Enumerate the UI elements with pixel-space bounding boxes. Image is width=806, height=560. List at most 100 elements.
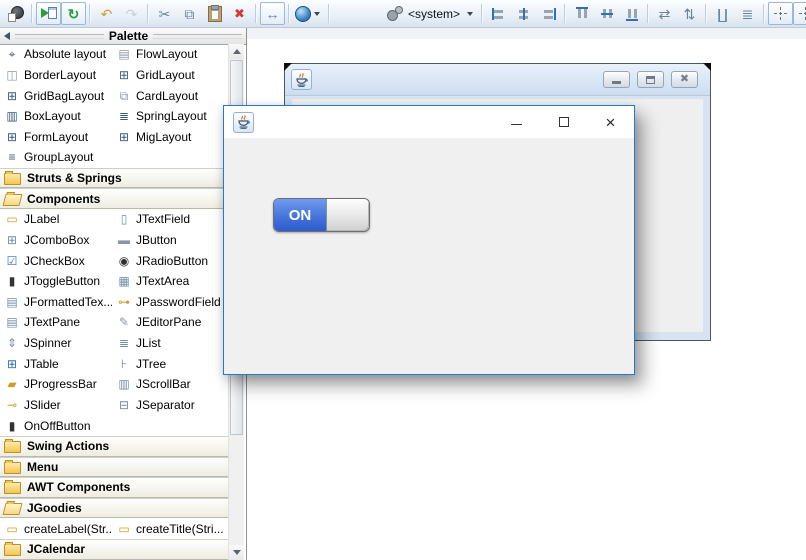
align-bottom-button[interactable] bbox=[619, 2, 644, 25]
center-v-in-window-button[interactable] bbox=[793, 2, 806, 25]
category-label: Swing Actions bbox=[27, 439, 110, 454]
palette-item-jtogglebutton[interactable]: ▮ JToggleButton bbox=[0, 274, 112, 288]
palette-row: ▮ OnOffButton bbox=[0, 415, 228, 436]
palette-category-struts-springs[interactable]: Struts & Springs bbox=[0, 167, 228, 189]
align-right-icon bbox=[541, 6, 557, 22]
palette-item-jlabel[interactable]: ▭ JLabel bbox=[0, 212, 112, 226]
palette-item-gridbaglayout[interactable]: ⊞ GridBagLayout bbox=[0, 89, 112, 103]
palette-item-createlabel-str[interactable]: ▭ createLabel(Str... bbox=[0, 522, 112, 536]
toolbar-group: ∐ ≣ bbox=[710, 2, 760, 25]
scroll-down-icon[interactable] bbox=[229, 545, 244, 560]
delete-button[interactable]: ✖ bbox=[227, 2, 252, 25]
palette-category-components[interactable]: Components bbox=[0, 188, 228, 209]
externalize-strings-button[interactable]: ↔ bbox=[260, 2, 285, 25]
form-layout-icon: ⊞ bbox=[6, 129, 18, 144]
align-left-button[interactable] bbox=[486, 2, 511, 25]
chevron-down-icon bbox=[314, 11, 320, 16]
palette-item-jspinner[interactable]: ⇕ JSpinner bbox=[0, 336, 112, 350]
toolbar-group: ↶ ↷ bbox=[94, 2, 144, 25]
palette-category-menu[interactable]: Menu bbox=[0, 456, 228, 478]
align-middle-button[interactable] bbox=[594, 2, 619, 25]
align-right-button[interactable] bbox=[536, 2, 561, 25]
palette-item-jbutton[interactable]: ▬ JButton bbox=[112, 233, 228, 247]
toolbar-separator bbox=[288, 4, 290, 23]
palette-item-jcheckbox[interactable]: ☑ JCheckBox bbox=[0, 254, 112, 268]
center-h-icon bbox=[773, 6, 788, 21]
palette-item-jformattedtex[interactable]: ▤ JFormattedTex... bbox=[0, 295, 112, 309]
close-button[interactable]: × bbox=[587, 106, 634, 138]
jtextarea-icon: ▦ bbox=[118, 274, 130, 289]
maximize-button[interactable] bbox=[540, 106, 587, 138]
palette-item-springlayout[interactable]: ≣ SpringLayout bbox=[112, 109, 228, 123]
palette-item-jpasswordfield[interactable]: ⊶ JPasswordField bbox=[112, 295, 228, 309]
match-height-button[interactable]: ≣ bbox=[735, 2, 760, 25]
palette-item-jtextpane[interactable]: ▤ JTextPane bbox=[0, 315, 112, 329]
palette-item-label: GridLayout bbox=[136, 67, 195, 82]
palette-item-boxlayout[interactable]: ▥ BoxLayout bbox=[0, 109, 112, 123]
toggle-knob[interactable] bbox=[326, 199, 369, 231]
selection-handle-icon[interactable] bbox=[284, 63, 292, 71]
palette-item-flowlayout[interactable]: ▤ FlowLayout bbox=[112, 47, 228, 61]
paste-button[interactable] bbox=[202, 2, 227, 25]
folder-closed-icon bbox=[4, 459, 21, 474]
palette-row: ⊞ JComboBox ▬ JButton bbox=[0, 230, 228, 251]
align-top-button[interactable] bbox=[569, 2, 594, 25]
card-layout-icon: ⧉ bbox=[119, 88, 129, 103]
palette-item-jtextfield[interactable]: ▯ JTextField bbox=[112, 212, 228, 226]
palette-item-jtable[interactable]: ⊞ JTable bbox=[0, 357, 112, 371]
laf-selector[interactable]: <system> bbox=[385, 2, 478, 25]
palette-item-jseparator[interactable]: ⊟ JSeparator bbox=[112, 398, 228, 412]
selection-handle-icon[interactable] bbox=[703, 63, 711, 71]
palette-category-jgoodies[interactable]: JGoodies bbox=[0, 497, 228, 519]
distribute-v-button[interactable]: ⇅ bbox=[677, 2, 702, 25]
palette-category-jcalendar[interactable]: JCalendar bbox=[0, 539, 228, 560]
palette-item-jslider[interactable]: ⊸ JSlider bbox=[0, 398, 112, 412]
center-h-in-window-button[interactable] bbox=[768, 2, 794, 25]
palette-item-cardlayout[interactable]: ⧉ CardLayout bbox=[112, 89, 228, 103]
minimize-button[interactable] bbox=[493, 106, 540, 138]
refresh-icon: ↻ bbox=[67, 5, 80, 22]
palette-row: ⊸ JSlider ⊟ JSeparator bbox=[0, 395, 228, 416]
jseparator-icon: ⊟ bbox=[118, 397, 130, 412]
palette-item-grouplayout[interactable]: ≡ GroupLayout bbox=[0, 150, 112, 164]
undo-button[interactable]: ↶ bbox=[94, 2, 119, 25]
palette-item-borderlayout[interactable]: ◫ BorderLayout bbox=[0, 68, 112, 82]
palette-item-createtitle-stri[interactable]: ▭ createTitle(Stri... bbox=[112, 522, 228, 536]
locale-selector[interactable] bbox=[293, 2, 325, 25]
palette-item-jtextarea[interactable]: ▦ JTextArea bbox=[112, 274, 228, 288]
palette-item-formlayout[interactable]: ⊞ FormLayout bbox=[0, 130, 112, 144]
palette-item-absolute-layout[interactable]: ⌖ Absolute layout bbox=[0, 47, 112, 61]
palette-item-jlist[interactable]: ≣ JList bbox=[112, 336, 228, 350]
palette-item-label: JComboBox bbox=[24, 232, 90, 247]
scroll-up-icon[interactable] bbox=[229, 44, 244, 59]
palette-item-jtree[interactable]: ⊦ JTree bbox=[112, 357, 228, 371]
match-width-button[interactable]: ∐ bbox=[710, 2, 735, 25]
palette-item-gridlayout[interactable]: ⊞ GridLayout bbox=[112, 68, 228, 82]
copy-button[interactable]: ⧉ bbox=[177, 2, 202, 25]
palette-collapse-icon[interactable] bbox=[4, 32, 10, 40]
palette-item-jscrollbar[interactable]: ▥ JScrollBar bbox=[112, 377, 228, 391]
minimize-button bbox=[603, 71, 630, 88]
palette-category-awt-components[interactable]: AWT Components bbox=[0, 477, 228, 498]
distribute-h-button[interactable]: ⇄ bbox=[652, 2, 677, 25]
palette-category-swing-actions[interactable]: Swing Actions bbox=[0, 435, 228, 457]
palette-item-jradiobutton[interactable]: ◉ JRadioButton bbox=[112, 254, 228, 268]
on-off-toggle-button[interactable]: ON bbox=[273, 198, 370, 232]
java-cup-icon[interactable] bbox=[233, 111, 254, 133]
align-center-h-button[interactable] bbox=[511, 2, 536, 25]
palette-item-jeditorpane[interactable]: ✎ JEditorPane bbox=[112, 315, 228, 329]
palette-item-miglayout[interactable]: ⊞ MigLayout bbox=[112, 130, 228, 144]
canvas-top-strip bbox=[247, 28, 806, 39]
test-window-button[interactable] bbox=[36, 2, 61, 25]
cut-button[interactable]: ✂ bbox=[152, 2, 177, 25]
gridbag-layout-icon: ⊞ bbox=[6, 88, 18, 103]
absolute-layout-icon: ⌖ bbox=[8, 47, 16, 62]
toolbar-group bbox=[569, 2, 644, 25]
jspinner-icon: ⇕ bbox=[6, 336, 18, 351]
parse-button[interactable] bbox=[3, 2, 28, 25]
palette-item-onoffbutton[interactable]: ▮ OnOffButton bbox=[0, 419, 112, 433]
palette-item-jprogressbar[interactable]: ▰ JProgressBar bbox=[0, 377, 112, 391]
palette-item-jcombobox[interactable]: ⊞ JComboBox bbox=[0, 233, 112, 247]
refresh-button[interactable]: ↻ bbox=[61, 2, 86, 25]
redo-button[interactable]: ↷ bbox=[119, 2, 144, 25]
